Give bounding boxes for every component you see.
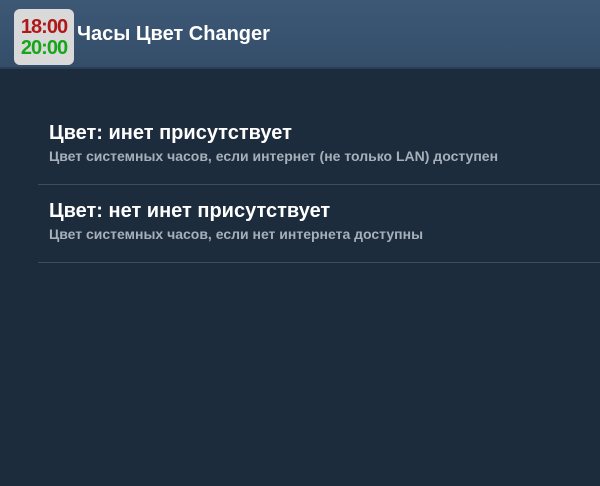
pref-item-internet-absent[interactable]: Цвет: нет инет присутствует Цвет системн… [38,185,600,263]
icon-time-top: 18:00 [20,15,68,38]
clock-app-icon[interactable]: 18:00 20:00 [14,9,74,65]
icon-time-bottom: 20:00 [20,36,68,59]
app-title: Часы Цвет Changer [77,23,270,45]
pref-summary: Цвет системных часов, если нет интернета… [49,226,424,242]
pref-title: Цвет: инет присутствует [49,122,292,144]
preference-list: Цвет: инет присутствует Цвет системных ч… [38,107,600,263]
action-bar: 18:00 20:00 Часы Цвет Changer [0,0,600,69]
app-screen: 18:00 20:00 Часы Цвет Changer Цвет: инет… [0,0,600,486]
pref-item-internet-present[interactable]: Цвет: инет присутствует Цвет системных ч… [38,107,600,185]
pref-summary: Цвет системных часов, если интернет (не … [49,148,499,164]
pref-title: Цвет: нет инет присутствует [49,200,331,222]
